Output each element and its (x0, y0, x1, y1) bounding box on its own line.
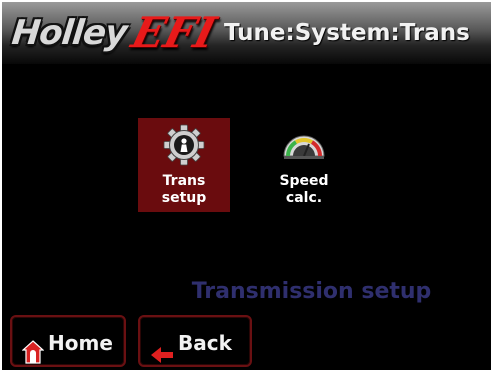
gear-person-icon (138, 124, 230, 166)
speed-calc-button[interactable]: Speed calc. (258, 118, 350, 212)
home-label: Home (48, 331, 113, 355)
screen: Holley EFI Tune:System:Trans Trans setup… (2, 2, 491, 370)
trans-setup-button[interactable]: Trans setup (138, 118, 230, 212)
header-bar: Holley EFI Tune:System:Trans (2, 2, 491, 64)
speedometer-icon (258, 124, 350, 166)
back-label: Back (178, 331, 232, 355)
efi-logo: EFI (127, 8, 221, 57)
back-arrow-icon (150, 332, 174, 370)
trans-setup-label: Trans setup (161, 173, 207, 206)
home-icon (21, 331, 45, 370)
home-button[interactable]: Home (10, 315, 126, 367)
page-title: Tune:System:Trans (224, 20, 470, 46)
back-button[interactable]: Back (138, 315, 252, 367)
status-text: Transmission setup (191, 279, 432, 304)
holley-logo: Holley (9, 13, 129, 53)
speed-calc-label: Speed calc. (279, 173, 329, 206)
